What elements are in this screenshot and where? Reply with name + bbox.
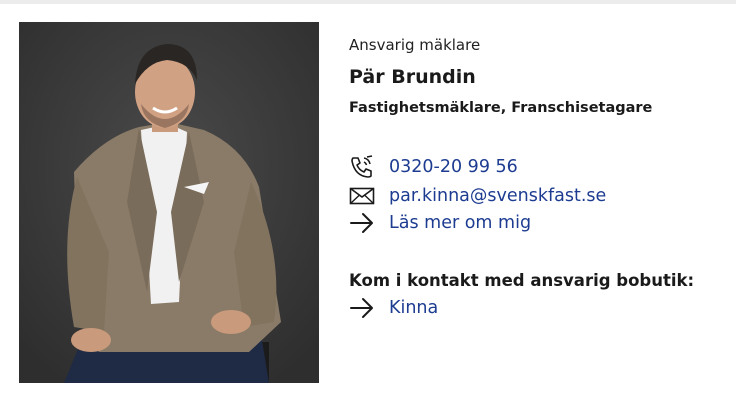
email-link[interactable]: par.kinna@svenskfast.se: [389, 186, 606, 206]
phone-icon: [349, 155, 377, 179]
agent-title: Fastighetsmäklare, Franschisetagare: [349, 100, 653, 116]
arrow-right-icon: [349, 296, 377, 320]
shop-row: Kinna: [349, 296, 438, 320]
phone-row: 0320-20 99 56: [349, 155, 518, 179]
agent-portrait-illustration: [19, 22, 319, 383]
email-row: par.kinna@svenskfast.se: [349, 184, 606, 208]
top-divider: [0, 0, 736, 4]
read-more-row: Läs mer om mig: [349, 211, 531, 235]
shop-heading: Kom i kontakt med ansvarig bobutik:: [349, 271, 695, 290]
arrow-right-icon: [349, 211, 377, 235]
read-more-link[interactable]: Läs mer om mig: [389, 213, 531, 233]
agent-name: Pär Brundin: [349, 66, 476, 88]
agent-photo: [19, 22, 319, 383]
shop-link[interactable]: Kinna: [389, 298, 438, 318]
envelope-icon: [349, 184, 377, 208]
phone-link[interactable]: 0320-20 99 56: [389, 157, 518, 177]
agent-role-label: Ansvarig mäklare: [349, 36, 481, 54]
